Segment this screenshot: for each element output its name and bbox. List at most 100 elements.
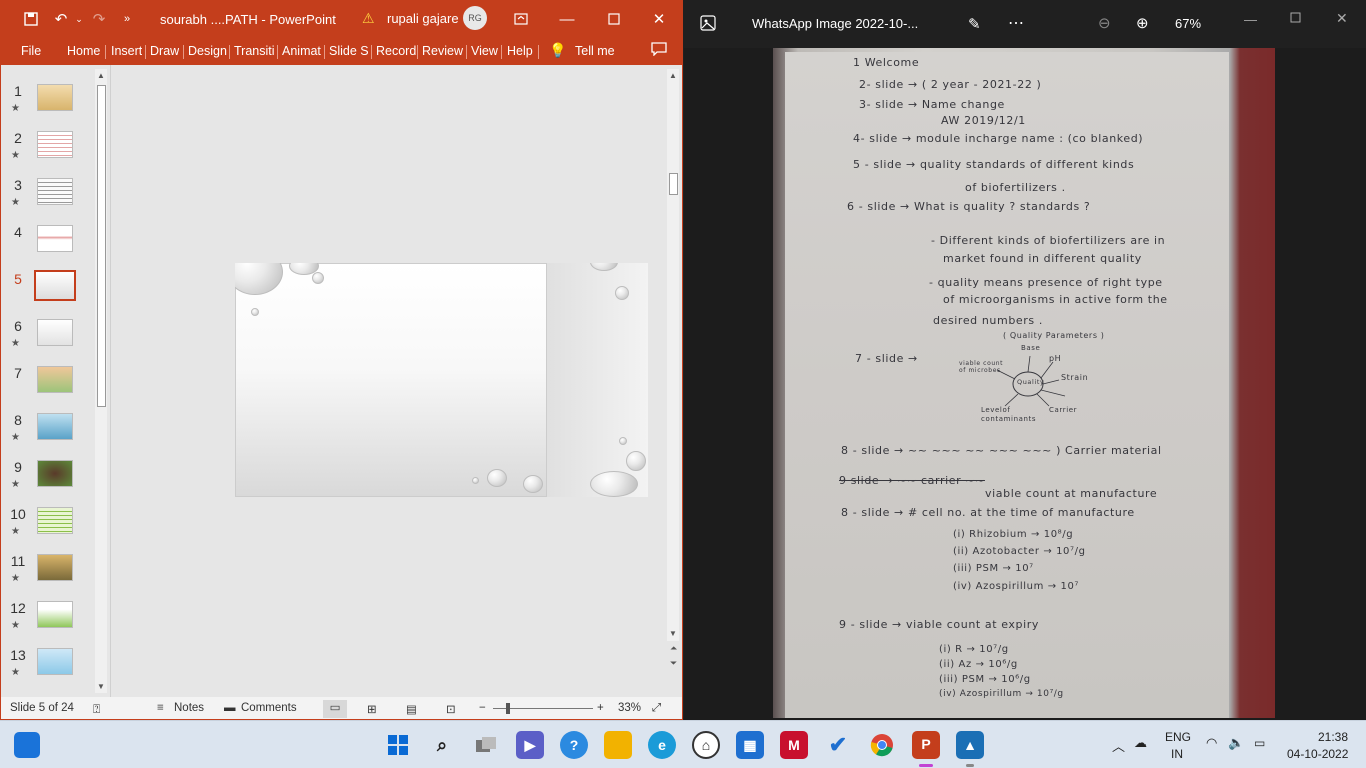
- search-icon[interactable]: ⌕: [428, 731, 456, 759]
- tell-me-search[interactable]: Tell me: [575, 44, 615, 58]
- microsoft-store-icon[interactable]: ▦: [736, 731, 764, 759]
- task-view-icon[interactable]: [472, 731, 500, 759]
- zoom-in-icon[interactable]: ⊕: [1136, 14, 1149, 32]
- tab-insert[interactable]: Insert: [111, 44, 142, 58]
- ribbon-display-icon[interactable]: [511, 9, 531, 29]
- powerpoint-taskbar-icon[interactable]: P: [912, 731, 940, 759]
- thumbnail-11[interactable]: 11 ★: [1, 553, 93, 599]
- document-title: sourabh ....PATH - PowerPoint: [160, 12, 336, 27]
- edge-browser-icon[interactable]: e: [648, 731, 676, 759]
- mcafee-icon[interactable]: M: [780, 731, 808, 759]
- current-slide[interactable]: [235, 263, 648, 497]
- undo-dropdown-icon[interactable]: ⌄: [69, 9, 89, 29]
- get-help-icon[interactable]: ?: [560, 731, 588, 759]
- volume-icon[interactable]: 🔈: [1228, 735, 1244, 751]
- minimize-icon[interactable]: —: [1244, 12, 1257, 27]
- comments-icon[interactable]: [651, 42, 667, 59]
- maximize-icon[interactable]: [1290, 12, 1301, 26]
- avatar[interactable]: RG: [463, 6, 487, 30]
- tab-draw[interactable]: Draw: [150, 44, 179, 58]
- region-indicator[interactable]: IN: [1171, 747, 1183, 761]
- onedrive-icon[interactable]: ☁: [1134, 735, 1147, 751]
- thumbnail-12[interactable]: 12 ★: [1, 600, 93, 646]
- start-button[interactable]: [384, 731, 412, 759]
- zoom-slider-thumb[interactable]: [506, 703, 510, 714]
- thumbnail-4[interactable]: 4: [1, 224, 93, 270]
- canvas-scrollbar[interactable]: ▲ ▼: [667, 69, 679, 641]
- notes-button[interactable]: Notes: [174, 702, 204, 714]
- thumbnail-1[interactable]: 1 ★: [1, 83, 93, 129]
- zoom-out-icon[interactable]: −: [479, 702, 486, 714]
- more-options-icon[interactable]: ⋯: [1008, 13, 1024, 33]
- close-icon[interactable]: ✕: [649, 9, 669, 29]
- clock-date[interactable]: 04-10-2022: [1287, 747, 1348, 761]
- edit-image-icon[interactable]: ✎: [968, 15, 981, 33]
- wifi-icon[interactable]: ◠: [1206, 735, 1217, 751]
- thumbnail-7[interactable]: 7: [1, 365, 93, 411]
- tab-help[interactable]: Help: [507, 44, 533, 58]
- scroll-up-icon[interactable]: ▲: [669, 71, 677, 80]
- scroll-thumb[interactable]: [669, 173, 678, 195]
- next-slide-icon[interactable]: ⏷: [670, 658, 677, 669]
- tab-view[interactable]: View: [471, 44, 498, 58]
- normal-view-icon[interactable]: ▭: [323, 700, 347, 718]
- photo-zoom-level[interactable]: 67%: [1175, 16, 1201, 31]
- redo-icon[interactable]: ↷: [89, 9, 109, 29]
- comments-button[interactable]: Comments: [241, 702, 297, 714]
- thumbnail-13[interactable]: 13 ★: [1, 647, 93, 693]
- thumbnail-6[interactable]: 6 ★: [1, 318, 93, 364]
- scroll-up-icon[interactable]: ▲: [97, 71, 105, 80]
- todo-icon[interactable]: ✔: [824, 731, 852, 759]
- language-indicator[interactable]: ENG: [1165, 730, 1191, 744]
- slide-content-area[interactable]: [235, 263, 547, 497]
- slide-sorter-icon[interactable]: ⊞: [367, 702, 377, 716]
- battery-icon[interactable]: ▭: [1254, 736, 1265, 750]
- lightbulb-icon[interactable]: 💡: [549, 42, 566, 59]
- tab-transitions[interactable]: Transiti: [234, 44, 274, 58]
- thumbnail-8[interactable]: 8 ★: [1, 412, 93, 458]
- store-app-icon[interactable]: ⌂: [692, 731, 720, 759]
- tab-file[interactable]: File: [21, 44, 41, 58]
- photos-taskbar-icon[interactable]: ▲: [956, 731, 984, 759]
- chrome-icon[interactable]: [868, 731, 896, 759]
- close-icon[interactable]: ✕: [1336, 10, 1348, 27]
- minimize-icon[interactable]: —: [557, 9, 577, 29]
- scroll-down-icon[interactable]: ▼: [669, 629, 677, 638]
- comment-icon[interactable]: ▬: [224, 702, 236, 714]
- thumbnail-image: [37, 601, 73, 628]
- maximize-icon[interactable]: [604, 9, 624, 29]
- scroll-thumb[interactable]: [97, 85, 106, 407]
- thumbnail-scrollbar[interactable]: ▲ ▼: [95, 69, 107, 693]
- undo-icon[interactable]: ↶: [51, 9, 71, 29]
- show-hidden-icons-icon[interactable]: ︿: [1112, 736, 1125, 755]
- reading-view-icon[interactable]: ▤: [406, 702, 417, 716]
- thumbnail-9[interactable]: 9 ★: [1, 459, 93, 505]
- fit-to-window-icon[interactable]: ⤢: [652, 702, 661, 715]
- tab-animations[interactable]: Animat: [282, 44, 322, 58]
- thumbnail-5[interactable]: 5: [1, 270, 93, 317]
- widgets-icon[interactable]: [14, 732, 40, 758]
- thumbnail-2[interactable]: 2 ★: [1, 130, 93, 176]
- previous-slide-icon[interactable]: ⏶: [670, 643, 677, 654]
- tab-slide-show[interactable]: Slide Sh: [329, 44, 369, 58]
- slideshow-icon[interactable]: ⊡: [446, 702, 456, 716]
- tab-home[interactable]: Home: [67, 44, 100, 58]
- zoom-out-icon[interactable]: ⊖: [1098, 14, 1111, 32]
- scroll-down-icon[interactable]: ▼: [97, 682, 105, 691]
- file-explorer-icon[interactable]: [604, 731, 632, 759]
- zoom-in-icon[interactable]: +: [597, 702, 604, 714]
- accessibility-icon[interactable]: ⍰: [93, 702, 100, 717]
- teams-chat-icon[interactable]: ▶: [516, 731, 544, 759]
- save-icon[interactable]: [21, 9, 41, 29]
- tab-design[interactable]: Design: [188, 44, 227, 58]
- clock-time[interactable]: 21:38: [1318, 730, 1348, 744]
- tab-record[interactable]: Record: [376, 44, 416, 58]
- user-name[interactable]: rupali gajare: [387, 11, 459, 26]
- thumbnail-10[interactable]: 10 ★: [1, 506, 93, 552]
- notes-icon[interactable]: ≡: [157, 702, 164, 714]
- zoom-level[interactable]: 33%: [618, 702, 641, 714]
- tab-review[interactable]: Review: [422, 44, 463, 58]
- notebook-photo[interactable]: 1 Welcome 2- slide → ( 2 year - 2021-22 …: [773, 48, 1275, 718]
- more-commands-icon[interactable]: »: [117, 9, 137, 29]
- thumbnail-3[interactable]: 3 ★: [1, 177, 93, 223]
